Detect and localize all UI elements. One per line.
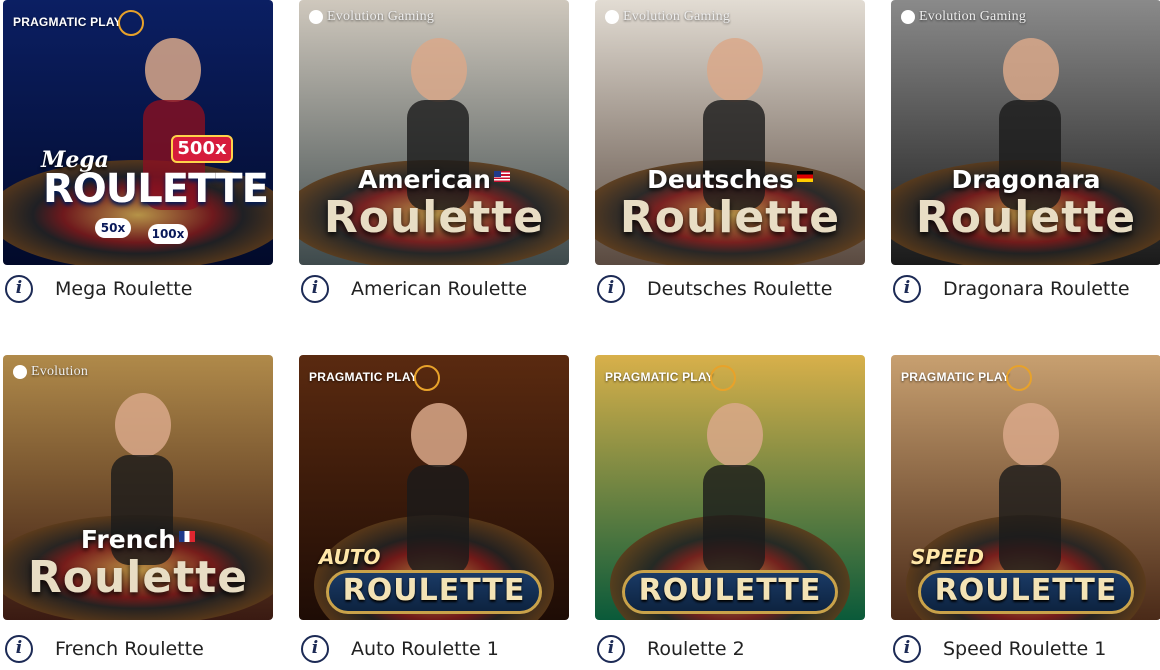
flag-de-icon xyxy=(796,171,813,182)
provider-logo: Evolution Gaming xyxy=(901,10,1026,24)
provider-name: PRAGMATIC PLAY xyxy=(605,370,714,385)
flag-fr-icon xyxy=(179,531,196,542)
game-title[interactable]: Roulette 2 xyxy=(647,638,745,660)
provider-logo: PRAGMATIC PLAY xyxy=(309,365,440,391)
game-thumbnail[interactable]: Evolution Gaming Dragonara Roulette xyxy=(891,0,1160,265)
provider-name: Evolution xyxy=(31,364,89,380)
game-thumbnail[interactable]: Evolution Gaming American Roulette xyxy=(299,0,569,265)
art-subtitle: AUTO xyxy=(319,545,381,569)
info-icon[interactable]: i xyxy=(893,635,921,663)
game-thumbnail[interactable]: PRAGMATIC PLAY Mega ROULETTE 500x 50x 100x xyxy=(3,0,273,265)
game-title[interactable]: Deutsches Roulette xyxy=(647,278,832,300)
provider-logo: Evolution Gaming xyxy=(605,10,730,24)
art-subtitle-text: French xyxy=(80,525,177,554)
game-title[interactable]: Auto Roulette 1 xyxy=(351,638,499,660)
art-subtitle: Deutsches xyxy=(595,165,865,194)
game-info-row: i American Roulette xyxy=(299,275,569,305)
art-title: Roulette xyxy=(619,192,841,243)
multiplier-badge: 100x xyxy=(148,224,188,244)
info-icon[interactable]: i xyxy=(5,635,33,663)
provider-name: PRAGMATIC PLAY xyxy=(13,15,122,30)
provider-name: Evolution Gaming xyxy=(919,9,1027,25)
art-title: ROULETTE xyxy=(43,166,269,212)
art-title: Roulette xyxy=(27,552,249,603)
game-info-row: i Auto Roulette 1 xyxy=(299,635,569,665)
art-subtitle-text: American xyxy=(358,165,491,194)
game-info-row: i Mega Roulette xyxy=(3,275,273,305)
game-info-row: i Dragonara Roulette xyxy=(891,275,1160,305)
art-subtitle: French xyxy=(3,525,273,554)
art-title: Roulette xyxy=(323,192,545,243)
multiplier-badge: 500x xyxy=(171,135,233,163)
provider-name: Evolution Gaming xyxy=(623,9,731,25)
provider-logo: PRAGMATIC PLAY xyxy=(901,365,1032,391)
dealer-figure xyxy=(707,403,763,467)
evolution-logo-icon xyxy=(13,365,27,379)
game-title[interactable]: Speed Roulette 1 xyxy=(943,638,1106,660)
evolution-logo-icon xyxy=(309,10,323,24)
game-thumbnail[interactable]: Evolution Gaming Deutsches Roulette xyxy=(595,0,865,265)
game-thumbnail[interactable]: PRAGMATIC PLAY ROULETTE AUTO xyxy=(299,355,569,620)
art-subtitle: Dragonara xyxy=(891,165,1160,194)
multiplier-badge: 50x xyxy=(95,218,131,238)
info-icon[interactable]: i xyxy=(301,275,329,303)
info-icon[interactable]: i xyxy=(301,635,329,663)
dealer-figure xyxy=(411,403,467,467)
art-title: ROULETTE xyxy=(342,573,526,608)
game-card[interactable]: Evolution Gaming Deutsches Roulette i Deutsc… xyxy=(595,0,865,307)
provider-logo: Evolution Gaming xyxy=(309,10,434,24)
art-subtitle-text: Deutsches xyxy=(647,165,794,194)
game-card[interactable]: PRAGMATIC PLAY ROULETTE i Roulette 2 xyxy=(595,355,865,667)
info-icon[interactable]: i xyxy=(893,275,921,303)
provider-logo: PRAGMATIC PLAY xyxy=(605,365,736,391)
evolution-logo-icon xyxy=(901,10,915,24)
provider-logo: Evolution xyxy=(13,365,88,379)
game-info-row: i Speed Roulette 1 xyxy=(891,635,1160,665)
game-thumbnail[interactable]: PRAGMATIC PLAY ROULETTE SPEED xyxy=(891,355,1160,620)
art-title: ROULETTE xyxy=(638,573,822,608)
pragmatic-play-logo-icon xyxy=(709,365,736,391)
dealer-figure xyxy=(1003,403,1059,467)
dealer-figure xyxy=(707,38,763,102)
game-title[interactable]: Dragonara Roulette xyxy=(943,278,1130,300)
game-card[interactable]: Evolution French Roulette i French Roulette xyxy=(3,355,273,667)
game-info-row: i Deutsches Roulette xyxy=(595,275,865,305)
art-subtitle: American xyxy=(299,165,569,194)
art-subtitle: SPEED xyxy=(911,545,984,569)
dealer-figure xyxy=(145,38,201,102)
game-title[interactable]: American Roulette xyxy=(351,278,527,300)
game-info-row: i French Roulette xyxy=(3,635,273,665)
game-info-row: i Roulette 2 xyxy=(595,635,865,665)
dealer-figure xyxy=(1003,38,1059,102)
evolution-logo-icon xyxy=(605,10,619,24)
pragmatic-play-logo-icon xyxy=(413,365,440,391)
info-icon[interactable]: i xyxy=(5,275,33,303)
pragmatic-play-logo-icon xyxy=(1005,365,1032,391)
game-thumbnail[interactable]: Evolution French Roulette xyxy=(3,355,273,620)
flag-us-icon xyxy=(493,171,510,182)
art-title: Roulette xyxy=(915,192,1137,243)
game-card[interactable]: PRAGMATIC PLAY ROULETTE AUTO i Auto Roulette… xyxy=(299,355,569,667)
provider-logo: PRAGMATIC PLAY xyxy=(13,10,144,36)
game-card[interactable]: Evolution Gaming American Roulette i America… xyxy=(299,0,569,307)
game-card[interactable]: Evolution Gaming Dragonara Roulette i Dragon… xyxy=(891,0,1160,307)
dealer-figure xyxy=(411,38,467,102)
art-subtitle-text: Dragonara xyxy=(951,165,1101,194)
info-icon[interactable]: i xyxy=(597,275,625,303)
art-title: ROULETTE xyxy=(934,573,1118,608)
provider-name: PRAGMATIC PLAY xyxy=(901,370,1010,385)
provider-name: Evolution Gaming xyxy=(327,9,435,25)
info-icon[interactable]: i xyxy=(597,635,625,663)
dealer-figure xyxy=(115,393,171,457)
provider-name: PRAGMATIC PLAY xyxy=(309,370,418,385)
game-thumbnail[interactable]: PRAGMATIC PLAY ROULETTE xyxy=(595,355,865,620)
game-card[interactable]: PRAGMATIC PLAY Mega ROULETTE 500x 50x 100x i Me… xyxy=(3,0,273,307)
thumbnail-artwork xyxy=(3,0,273,265)
game-title[interactable]: French Roulette xyxy=(55,638,204,660)
pragmatic-play-logo-icon xyxy=(117,10,144,36)
game-title[interactable]: Mega Roulette xyxy=(55,278,192,300)
game-card[interactable]: PRAGMATIC PLAY ROULETTE SPEED i Speed Roulet… xyxy=(891,355,1160,667)
game-grid: PRAGMATIC PLAY Mega ROULETTE 500x 50x 100x i Me… xyxy=(0,0,1160,670)
